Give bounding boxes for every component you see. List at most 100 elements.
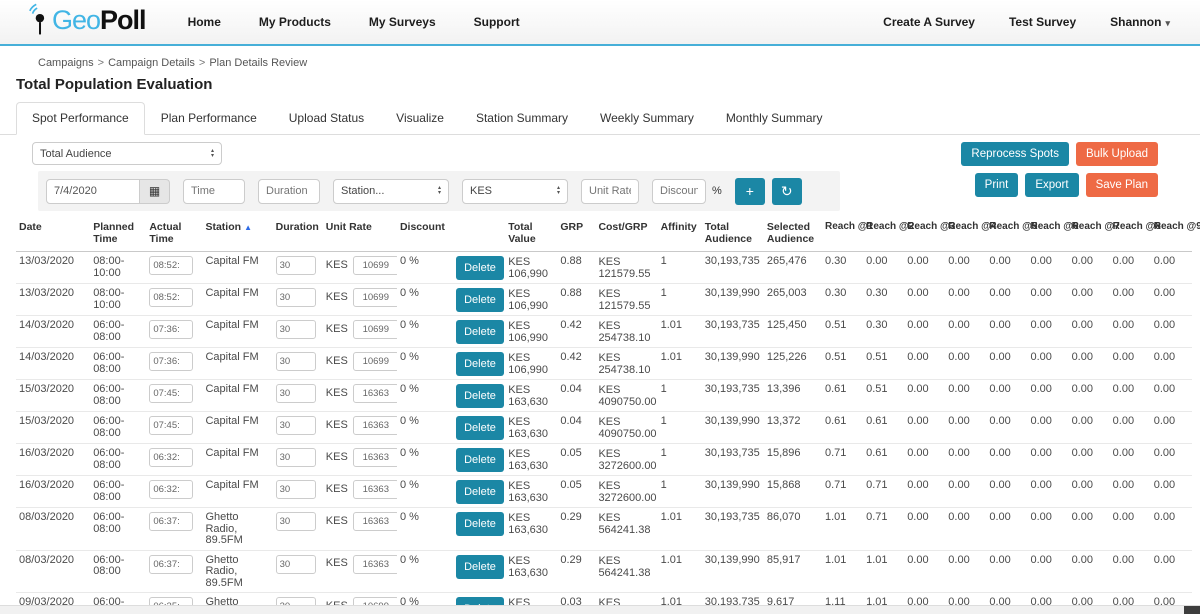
reprocess-spots-button[interactable]: Reprocess Spots (961, 142, 1069, 166)
nav-item-my-products[interactable]: My Products (259, 15, 331, 29)
col-header-station[interactable]: Station▲ (202, 219, 272, 252)
tab-monthly-summary[interactable]: Monthly Summary (710, 102, 839, 135)
cell-total-audience: 30,193,735 (702, 252, 764, 284)
cell-date: 08/03/2020 (16, 550, 90, 593)
unit-rate-cell-input[interactable] (353, 384, 397, 403)
duration-cell-input[interactable] (276, 320, 316, 339)
delete-button[interactable]: Delete (456, 448, 504, 472)
duration-cell-input[interactable] (276, 512, 316, 531)
cell-reach-2: 0.51 (863, 348, 904, 380)
delete-button[interactable]: Delete (456, 512, 504, 536)
col-header-reach-8: Reach @8 (1110, 219, 1151, 252)
cell-actions: Delete (453, 380, 505, 412)
tab-plan-performance[interactable]: Plan Performance (145, 102, 273, 135)
bulk-upload-button[interactable]: Bulk Upload (1076, 142, 1158, 166)
duration-cell-input[interactable] (276, 416, 316, 435)
add-spot-button[interactable]: + (735, 178, 765, 205)
actual-time-input[interactable] (149, 352, 193, 371)
duration-cell-input[interactable] (276, 480, 316, 499)
duration-cell-input[interactable] (276, 448, 316, 467)
delete-button[interactable]: Delete (456, 384, 504, 408)
scrollbar-thumb[interactable] (1184, 606, 1200, 614)
cell-station: Capital FM (202, 252, 272, 284)
unit-rate-cell-input[interactable] (353, 320, 397, 339)
actual-time-input[interactable] (149, 320, 193, 339)
cell-reach-4: 0.00 (945, 252, 986, 284)
actual-time-input[interactable] (149, 384, 193, 403)
unit-rate-cell-input[interactable] (353, 512, 397, 531)
tab-station-summary[interactable]: Station Summary (460, 102, 584, 135)
date-input[interactable] (46, 179, 140, 204)
table-row: 15/03/202006:00-08:00Capital FMKES0 %Del… (16, 380, 1192, 412)
breadcrumb-campaigns[interactable]: Campaigns (38, 57, 94, 69)
unit-rate-cell-input[interactable] (353, 288, 397, 307)
delete-button[interactable]: Delete (456, 416, 504, 440)
delete-button[interactable]: Delete (456, 352, 504, 376)
tab-spot-performance[interactable]: Spot Performance (16, 102, 145, 135)
currency-label: KES (508, 384, 554, 396)
delete-button[interactable]: Delete (456, 320, 504, 344)
actual-time-input[interactable] (149, 448, 193, 467)
duration-cell-input[interactable] (276, 352, 316, 371)
calendar-button[interactable]: ▦ (140, 179, 170, 204)
unit-rate-cell-input[interactable] (353, 448, 397, 467)
unit-rate-cell-input[interactable] (353, 555, 397, 574)
cell-discount: 0 % (397, 550, 453, 593)
station-select[interactable]: Station... ▴▾ (333, 179, 449, 204)
cell-discount: 0 % (397, 508, 453, 551)
nav-item-test-survey[interactable]: Test Survey (1009, 15, 1076, 29)
cell-selected-audience: 265,476 (764, 252, 822, 284)
cell-discount: 0 % (397, 348, 453, 380)
export-button[interactable]: Export (1025, 173, 1078, 197)
unit-rate-group: KES (326, 480, 394, 499)
refresh-button[interactable]: ↻ (772, 178, 802, 205)
nav-item-my-surveys[interactable]: My Surveys (369, 15, 436, 29)
currency-select[interactable]: KES ▴▾ (462, 179, 568, 204)
unit-rate-cell-input[interactable] (353, 352, 397, 371)
cell-reach-7: 0.00 (1069, 316, 1110, 348)
actual-time-input[interactable] (149, 480, 193, 499)
duration-cell-input[interactable] (276, 288, 316, 307)
print-button[interactable]: Print (975, 173, 1019, 197)
delete-button[interactable]: Delete (456, 256, 504, 280)
audience-select[interactable]: Total Audience ▴▾ (32, 142, 222, 165)
actual-time-input[interactable] (149, 512, 193, 531)
duration-cell-input[interactable] (276, 256, 316, 275)
nav-item-create-a-survey[interactable]: Create A Survey (883, 15, 975, 29)
delete-button[interactable]: Delete (456, 480, 504, 504)
unit-rate-cell-input[interactable] (353, 256, 397, 275)
duration-input[interactable] (258, 179, 320, 204)
cell-reach-1: 1.01 (822, 550, 863, 593)
delete-button[interactable]: Delete (456, 288, 504, 312)
unit-rate-cell-input[interactable] (353, 480, 397, 499)
cell-date: 14/03/2020 (16, 348, 90, 380)
nav-item-support[interactable]: Support (474, 15, 520, 29)
actual-time-input[interactable] (149, 416, 193, 435)
actual-time-input[interactable] (149, 256, 193, 275)
tab-weekly-summary[interactable]: Weekly Summary (584, 102, 710, 135)
breadcrumb-separator: > (98, 57, 104, 69)
actual-time-input[interactable] (149, 555, 193, 574)
discount-input[interactable] (652, 179, 706, 204)
duration-cell-input[interactable] (276, 555, 316, 574)
unit-rate-cell-input[interactable] (353, 416, 397, 435)
actual-time-input[interactable] (149, 288, 193, 307)
user-menu[interactable]: Shannon▾ (1110, 15, 1170, 29)
save-plan-button[interactable]: Save Plan (1086, 173, 1158, 197)
cell-actions: Delete (453, 252, 505, 284)
unit-rate-input[interactable] (581, 179, 639, 204)
cell-reach-9: 0.00 (1151, 380, 1192, 412)
cell-cost-grp: KES564241.38 (595, 508, 657, 551)
tab-upload-status[interactable]: Upload Status (273, 102, 380, 135)
breadcrumb-campaign-details[interactable]: Campaign Details (108, 57, 195, 69)
cell-duration (273, 316, 323, 348)
duration-cell-input[interactable] (276, 384, 316, 403)
tab-visualize[interactable]: Visualize (380, 102, 460, 135)
time-input[interactable] (183, 179, 245, 204)
geopoll-logo[interactable]: GeoPoll (28, 3, 146, 42)
delete-button[interactable]: Delete (456, 555, 504, 579)
page-title: Total Population Evaluation (16, 76, 1200, 93)
nav-item-home[interactable]: Home (188, 15, 221, 29)
cell-selected-audience: 265,003 (764, 284, 822, 316)
horizontal-scrollbar[interactable] (0, 605, 1200, 614)
